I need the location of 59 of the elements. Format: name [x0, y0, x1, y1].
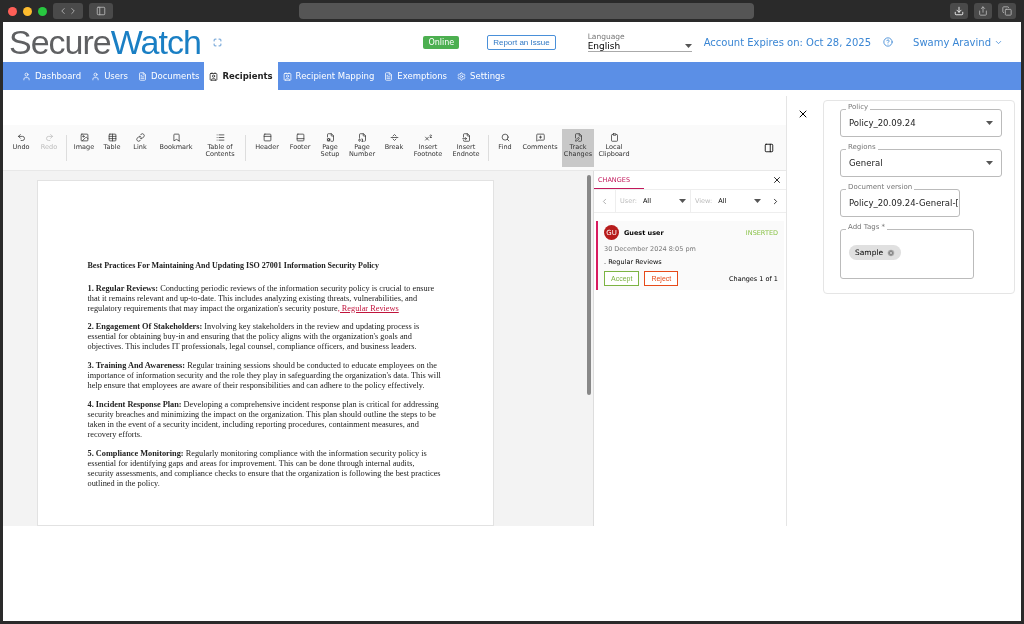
- dropdown-icon[interactable]: [679, 199, 686, 203]
- panel-toggle-icon[interactable]: [764, 142, 774, 153]
- logo: SecureWatch: [9, 22, 201, 62]
- toolbar-icon: [171, 132, 181, 142]
- person-icon: [91, 71, 101, 81]
- toolbar-icon: [44, 132, 54, 142]
- toolbar-icon: [325, 132, 335, 142]
- toolbar-icon: [215, 132, 225, 142]
- contact-card-icon: [209, 71, 219, 81]
- dropdown-icon: [684, 44, 692, 48]
- paragraph: 5. Compliance Monitoring: Regularly monitoring compliance with the information security policy is essential for identifying gaps and areas for improvement. This can be done through internal audits, security assessments, and compliance checks to ensure that the organization is following the best practices outlined in the policy.: [87, 449, 442, 489]
- paragraph: 2. Engagement Of Stakeholders: Involving key stakeholders in the review and updating process is essential for obtaining buy-in and ensuring that the policy aligns with the organization's goals and objectives. This includes IT professionals, legal counsel, compliance officers, and business leaders.: [87, 322, 421, 353]
- toolbar-icon: [535, 132, 545, 142]
- toolbar-icon: [79, 132, 89, 142]
- toolbar-icon: [423, 132, 433, 142]
- back-forward-icon[interactable]: [53, 3, 83, 19]
- contact-card-icon: [282, 71, 292, 81]
- close-window-icon[interactable]: [8, 6, 17, 16]
- close-icon[interactable]: [772, 175, 782, 185]
- dropdown-icon: [986, 161, 993, 165]
- document-title: Best Practices For Maintaining And Updating ISO 27001 Information Security Policy: [87, 261, 380, 271]
- toolbar-icon: [500, 132, 510, 142]
- address-field[interactable]: [299, 3, 754, 19]
- toolbar-icon: [573, 132, 583, 142]
- share-icon[interactable]: [974, 3, 992, 19]
- dropdown-icon: [986, 121, 993, 125]
- toolbar-icon: [461, 132, 471, 142]
- paragraph: 3. Training And Awareness: Regular training sessions should be conducted to educate employees on the importance of information security and the role they play in safeguarding the organization's data. This will help ensure that employees are aware of their responsibilities and can adhere to the policy effectively.: [87, 361, 442, 392]
- tabs-icon[interactable]: [998, 3, 1016, 19]
- document-icon: [137, 71, 147, 81]
- download-icon[interactable]: [950, 3, 968, 19]
- fullscreen-icon[interactable]: [212, 37, 222, 47]
- toolbar-icon: [609, 132, 619, 142]
- status-badge: Online: [423, 35, 460, 49]
- maximize-window-icon[interactable]: [38, 6, 47, 16]
- toolbar-icon: [135, 132, 145, 142]
- help-icon[interactable]: [883, 37, 894, 47]
- sidebar-icon[interactable]: [89, 3, 113, 19]
- minimize-window-icon[interactable]: [23, 6, 32, 16]
- close-icon: [797, 108, 809, 120]
- paragraph: 4. Incident Response Plan: Developing a comprehensive incident response plan is critical for addressing security breaches and minimizing the impact on the organization. This plan should outline the steps to be taken in the event of a security incident, including reporting procedures, containment measures, and recovery efforts.: [87, 400, 440, 440]
- person-icon: [22, 71, 31, 81]
- paragraph: 1. Regular Reviews: Conducting periodic reviews of the information security policy is crucial to ensure that it remains relevant and up-to-date. This includes analyzing existing threats, vulnerabilities, and regulatory requirements that may impact the organization's security posture, Regular Reviews: [87, 283, 436, 314]
- remove-icon[interactable]: [887, 248, 896, 257]
- toolbar-icon: [389, 132, 399, 142]
- report-button[interactable]: Report an Issue: [487, 34, 556, 50]
- user-menu[interactable]: Swamy Aravind: [913, 36, 1003, 48]
- account-expiry: Account Expires on: Oct 28, 2025: [703, 36, 872, 48]
- next-icon[interactable]: [771, 196, 780, 206]
- toolbar-icon: [295, 132, 305, 142]
- toolbar-icon: [357, 132, 367, 142]
- nav-tab[interactable]: Recipients: [204, 62, 278, 90]
- toolbar-icon: [16, 132, 26, 142]
- gear-icon: [457, 71, 467, 81]
- toolbar-icon: [262, 132, 272, 142]
- document-icon: [384, 71, 394, 81]
- toolbar-icon: [107, 132, 117, 142]
- scrollbar[interactable]: [587, 175, 591, 395]
- dropdown-icon[interactable]: [754, 199, 761, 203]
